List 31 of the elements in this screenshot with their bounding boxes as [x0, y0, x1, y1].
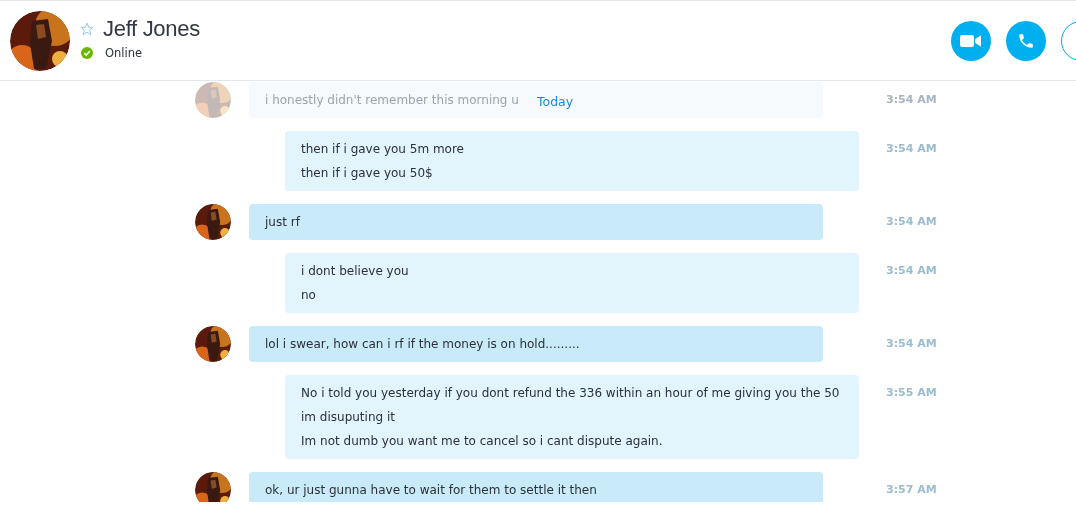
message-time: 3:55 AM: [886, 386, 937, 399]
message-text: no: [301, 288, 316, 302]
message-time: 3:54 AM: [886, 215, 937, 228]
video-camera-icon: [960, 33, 982, 48]
message-text: then if i gave you 50$: [301, 166, 433, 180]
contact-name: Jeff Jones: [103, 15, 200, 42]
star-icon[interactable]: [80, 21, 94, 36]
message-text: im disuputing it: [301, 410, 395, 424]
message-time: 3:54 AM: [886, 264, 937, 277]
message-text: Im not dumb you want me to cancel so i cant dispute again.: [301, 434, 663, 448]
avatar: [195, 472, 231, 502]
avatar: [195, 82, 231, 118]
message-text: lol i swear, how can i rf if the money is on hold.........: [265, 337, 580, 351]
message-text: i honestly didn't remember this morning u: [265, 93, 519, 107]
phone-icon: [1017, 31, 1035, 50]
presence-status: Online: [105, 45, 143, 60]
date-divider: Today: [537, 94, 574, 109]
message-text: No i told you yesterday if you dont refund the 336 within an hour of me giving you the 50: [301, 386, 840, 400]
message-text: ok, ur just gunna have to wait for them to settle it then: [265, 483, 597, 497]
audio-call-button[interactable]: [1006, 20, 1046, 61]
video-call-button[interactable]: [951, 20, 991, 61]
message-text: just rf: [265, 215, 300, 229]
message-text: i dont believe you: [301, 264, 409, 278]
message-time: 3:57 AM: [886, 483, 937, 496]
avatar: [195, 326, 231, 362]
avatar: [195, 204, 231, 240]
status-check-icon: [81, 46, 93, 59]
message-time: 3:54 AM: [886, 93, 937, 106]
message-time: 3:54 AM: [886, 142, 937, 155]
message-time: 3:54 AM: [886, 337, 937, 350]
message-text: then if i gave you 5m more: [301, 142, 464, 156]
